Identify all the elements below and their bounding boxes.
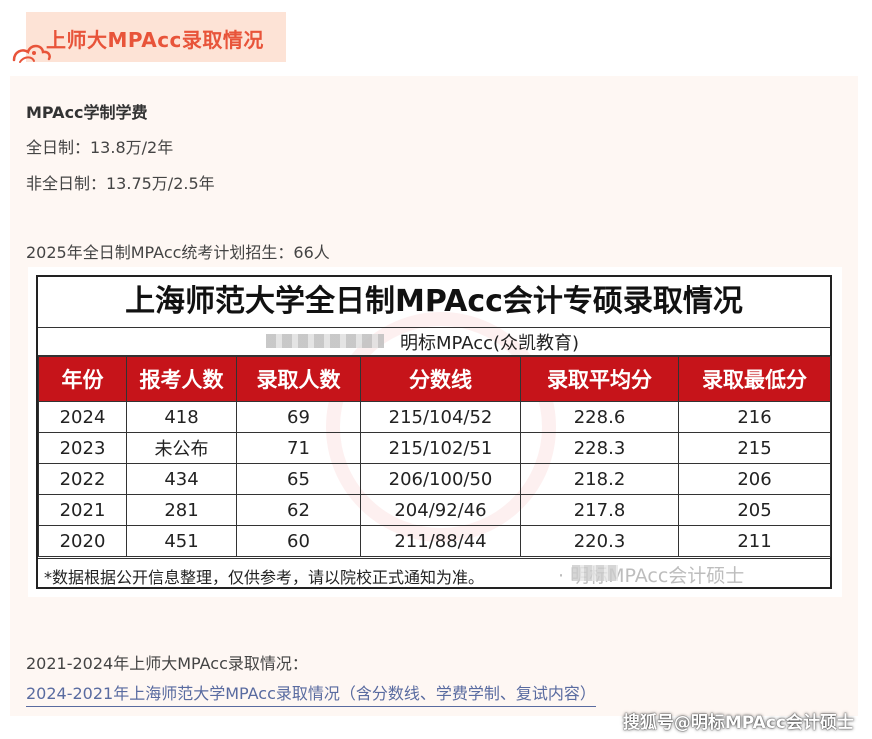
header-admitted: 录取人数 bbox=[236, 356, 361, 402]
history-article-link[interactable]: 2024-2021年上海师范大学MPAcc录取情况（含分数线、学费学制、复试内容… bbox=[26, 680, 596, 707]
cell-minimum: 205 bbox=[678, 494, 831, 526]
cell-score-line: 211/88/44 bbox=[360, 525, 521, 557]
cell-minimum: 216 bbox=[678, 401, 831, 433]
table-subtitle: 明标MPAcc(众凯教育) bbox=[400, 333, 580, 354]
cell-year: 2020 bbox=[38, 525, 127, 557]
section-title-tag: 上师大MPAcc录取情况 bbox=[12, 12, 286, 63]
source-watermark: 搜狐号@明标MPAcc会计硕士 bbox=[622, 713, 854, 733]
header-applicants: 报考人数 bbox=[126, 356, 237, 402]
full-time-fee: 全日制：13.8万/2年 bbox=[26, 138, 174, 157]
header-average-score: 录取平均分 bbox=[520, 356, 679, 402]
section-title: 上师大MPAcc录取情况 bbox=[46, 28, 264, 52]
table-footnote: *数据根据公开信息整理，仅供参考，请以院校正式通知为准。 bbox=[44, 568, 485, 587]
cell-admitted: 60 bbox=[236, 525, 361, 557]
table-row: 2021 281 62 204/92/46 217.8 205 bbox=[38, 494, 831, 526]
cell-average: 228.3 bbox=[520, 432, 679, 464]
table-row: 2023 未公布 71 215/102/51 228.3 215 bbox=[38, 432, 831, 464]
cell-score-line: 215/102/51 bbox=[360, 432, 521, 464]
table-footer: *数据根据公开信息整理，仅供参考，请以院校正式通知为准。 · 明标MPAcc会计… bbox=[38, 558, 830, 590]
cell-score-line: 215/104/52 bbox=[360, 401, 521, 433]
cell-admitted: 65 bbox=[236, 463, 361, 495]
cell-applicants: 434 bbox=[126, 463, 237, 495]
table-row: 2020 451 60 211/88/44 220.3 211 bbox=[38, 525, 831, 557]
cell-average: 218.2 bbox=[520, 463, 679, 495]
cell-year: 2021 bbox=[38, 494, 127, 526]
cell-applicants: 418 bbox=[126, 401, 237, 433]
enrollment-plan: 2025年全日制MPAcc统考计划招生：66人 bbox=[26, 243, 330, 262]
cell-applicants: 281 bbox=[126, 494, 237, 526]
table-subtitle-row: 明标MPAcc(众凯教育) bbox=[38, 327, 830, 356]
header-minimum-score: 录取最低分 bbox=[678, 356, 831, 402]
cell-admitted: 62 bbox=[236, 494, 361, 526]
header-score-line: 分数线 bbox=[360, 356, 521, 402]
cell-average: 228.6 bbox=[520, 401, 679, 433]
cell-applicants: 未公布 bbox=[126, 432, 237, 464]
admission-table: 上海师范大学全日制MPAcc会计专硕录取情况 明标MPAcc(众凯教育) 年份 … bbox=[36, 275, 832, 589]
cell-admitted: 71 bbox=[236, 432, 361, 464]
part-time-fee: 非全日制：13.75万/2.5年 bbox=[26, 174, 215, 193]
cell-year: 2024 bbox=[38, 401, 127, 433]
blurred-watermark-logo bbox=[572, 565, 618, 581]
history-label: 2021-2024年上师大MPAcc录取情况： bbox=[26, 654, 308, 673]
header-year: 年份 bbox=[38, 356, 127, 402]
table-row: 2024 418 69 215/104/52 228.6 216 bbox=[38, 401, 831, 433]
cell-year: 2023 bbox=[38, 432, 127, 464]
table-header-row: 年份 报考人数 录取人数 分数线 录取平均分 录取最低分 bbox=[38, 356, 831, 402]
cell-year: 2022 bbox=[38, 463, 127, 495]
table-title: 上海师范大学全日制MPAcc会计专硕录取情况 bbox=[38, 277, 830, 328]
tuition-heading: MPAcc学制学费 bbox=[26, 103, 148, 122]
cell-minimum: 206 bbox=[678, 463, 831, 495]
cell-applicants: 451 bbox=[126, 525, 237, 557]
cell-minimum: 211 bbox=[678, 525, 831, 557]
table-row: 2022 434 65 206/100/50 218.2 206 bbox=[38, 463, 831, 495]
admission-data-table: 年份 报考人数 录取人数 分数线 录取平均分 录取最低分 2024 418 69… bbox=[38, 356, 831, 557]
admission-table-image: 上海师范大学全日制MPAcc会计专硕录取情况 明标MPAcc(众凯教育) 年份 … bbox=[28, 267, 842, 597]
cell-score-line: 206/100/50 bbox=[360, 463, 521, 495]
cell-score-line: 204/92/46 bbox=[360, 494, 521, 526]
cell-minimum: 215 bbox=[678, 432, 831, 464]
cell-average: 220.3 bbox=[520, 525, 679, 557]
cell-average: 217.8 bbox=[520, 494, 679, 526]
blurred-logo bbox=[266, 334, 384, 348]
cell-admitted: 69 bbox=[236, 401, 361, 433]
